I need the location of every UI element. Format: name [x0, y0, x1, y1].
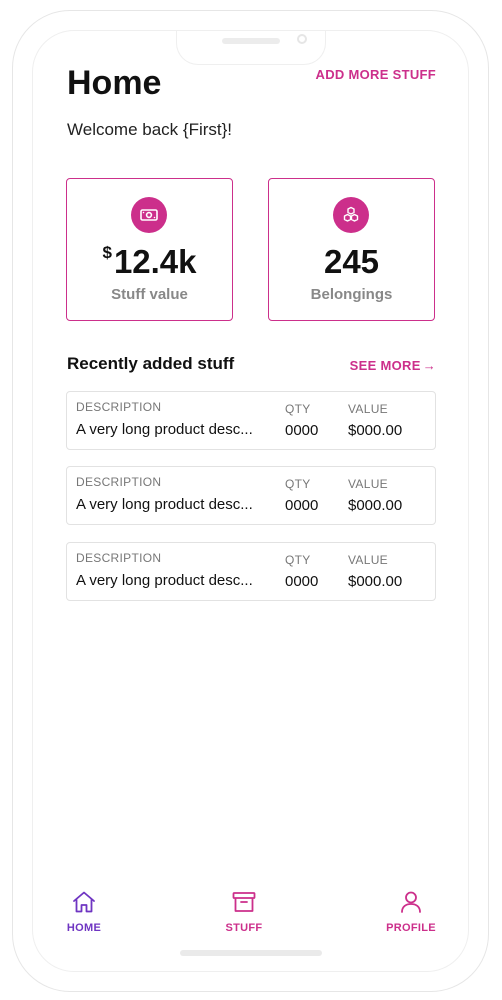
description-header: DESCRIPTION	[76, 475, 162, 489]
item-description: A very long product desc...	[76, 496, 253, 513]
nav-profile-label: PROFILE	[386, 922, 436, 934]
item-value: $000.00	[348, 573, 403, 590]
stuff-value-amount: $12.4k	[67, 243, 232, 281]
user-icon	[401, 891, 421, 913]
home-icon	[73, 891, 95, 913]
value-header: VALUE	[348, 402, 388, 416]
currency-symbol: $	[102, 243, 112, 262]
nav-stuff-label: STUFF	[225, 922, 263, 934]
qty-header: QTY	[285, 402, 311, 416]
nav-stuff[interactable]: STUFF	[204, 890, 284, 934]
add-more-stuff-link[interactable]: ADD MORE STUFF	[316, 67, 436, 82]
value-header: VALUE	[348, 553, 388, 567]
item-value: $000.00	[348, 497, 403, 514]
see-more-label: SEE MORE	[349, 358, 421, 373]
speaker-grille	[222, 38, 280, 44]
cash-icon	[131, 197, 167, 233]
item-description: A very long product desc...	[76, 572, 253, 589]
arrow-right-icon: →	[422, 358, 436, 373]
qty-header: QTY	[285, 477, 311, 491]
stuff-value-label: Stuff value	[111, 286, 188, 303]
qty-header: QTY	[285, 553, 311, 567]
belongings-count: 245	[323, 243, 380, 280]
camera-icon	[297, 34, 307, 44]
nav-home-label: HOME	[66, 922, 102, 934]
nav-home[interactable]: HOME	[44, 890, 124, 934]
description-header: DESCRIPTION	[76, 551, 162, 565]
belongings-card[interactable]: 245 Belongings	[268, 178, 435, 321]
recent-section-title: Recently added stuff	[67, 354, 235, 373]
item-qty: 0000	[285, 497, 319, 514]
nav-profile[interactable]: PROFILE	[371, 890, 451, 934]
boxes-icon	[333, 197, 369, 233]
belongings-label: Belongings	[310, 286, 393, 303]
welcome-message: Welcome back {First}!	[67, 120, 233, 139]
stuff-value-card[interactable]: $12.4k Stuff value	[66, 178, 233, 321]
archive-box-icon	[232, 892, 256, 912]
stuff-value-number: 12.4k	[113, 243, 197, 280]
item-qty: 0000	[285, 422, 319, 439]
list-item[interactable]: DESCRIPTION QTY VALUE A very long produc…	[66, 542, 436, 601]
see-more-link[interactable]: SEE MORE →	[350, 358, 436, 373]
value-header: VALUE	[348, 477, 388, 491]
description-header: DESCRIPTION	[76, 400, 162, 414]
list-item[interactable]: DESCRIPTION QTY VALUE A very long produc…	[66, 391, 436, 450]
item-qty: 0000	[285, 573, 319, 590]
item-value: $000.00	[348, 422, 403, 439]
page-title: Home	[67, 64, 162, 102]
list-item[interactable]: DESCRIPTION QTY VALUE A very long produc…	[66, 466, 436, 525]
home-indicator	[180, 950, 322, 956]
item-description: A very long product desc...	[76, 421, 253, 438]
